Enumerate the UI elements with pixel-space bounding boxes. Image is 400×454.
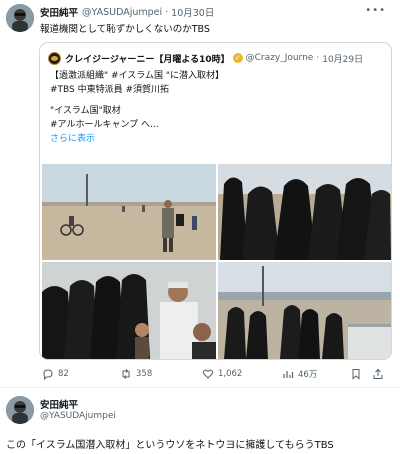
like-count: 1,062 (218, 369, 243, 379)
quoted-line: "イスラム国"取材 (50, 106, 121, 116)
desert-camp-photo[interactable] (42, 164, 216, 260)
quoted-date: 10月29日 (322, 54, 364, 65)
heart-icon (202, 369, 214, 379)
quoted-avatar (48, 51, 61, 65)
reply-author-name[interactable]: 安田純平 (40, 397, 78, 411)
quoted-line: #アルホールキャンプ へ... (50, 120, 159, 130)
quoted-tweet[interactable]: クレイジージャーニー【月曜よる10時】 ✓ @Crazy_Journe · 10… (39, 42, 392, 360)
action-bar: 82 358 1,062 46万 (40, 366, 392, 382)
women-in-black-photo[interactable] (218, 164, 391, 260)
share-button[interactable] (372, 366, 388, 382)
show-more-link[interactable]: さらに表示 (50, 132, 224, 146)
reply-author-handle[interactable]: @YASUDAjumpei (40, 411, 116, 421)
quoted-author-handle: @Crazy_Journe (245, 53, 314, 63)
more-horizontal-icon[interactable]: ••• (365, 5, 386, 16)
repost-icon (122, 369, 130, 379)
camp-fence-photo[interactable] (218, 262, 391, 359)
separator-dot: · (316, 53, 320, 63)
repost-count: 358 (136, 369, 153, 379)
separator-dot: · (165, 6, 169, 18)
reply-text: この「イスラム国潜入取材」というウソをネトウヨに擁護してもらうTBS (6, 440, 334, 451)
verified-badge-icon: ✓ (232, 53, 243, 63)
views-count: 46万 (298, 370, 318, 380)
divider (0, 387, 400, 388)
quoted-header: クレイジージャーニー【月曜よる10時】 ✓ @Crazy_Journe · 10… (48, 51, 383, 65)
reply-count: 82 (58, 369, 69, 379)
quoted-author-name: クレイジージャーニー【月曜よる10時】 (65, 54, 230, 65)
like-button[interactable]: 1,062 (202, 366, 242, 382)
quoted-line: #TBS 中東特派員 #須賀川拓 (50, 85, 170, 95)
repost-button[interactable]: 358 (120, 366, 152, 382)
crowd-photo[interactable] (42, 262, 216, 359)
tweet-text: 報道機関として恥ずかしくないのかTBS (40, 24, 210, 35)
views-button[interactable]: 46万 (282, 366, 317, 382)
share-icon (373, 368, 383, 379)
tweet-header: 安田純平 @YASUDAjumpei · 10月30日 ••• (40, 5, 392, 19)
tweet[interactable]: 安田純平 @YASUDAjumpei · 10月30日 ••• 報道機関として恥… (0, 0, 400, 385)
author-name[interactable]: 安田純平 (40, 5, 78, 19)
reply-button[interactable]: 82 (42, 366, 69, 382)
bookmark-button[interactable] (350, 366, 366, 382)
reply-author-avatar[interactable] (6, 396, 34, 424)
author-handle[interactable]: @YASUDAjumpei (82, 7, 162, 18)
post-date[interactable]: 10月30日 (171, 5, 214, 19)
author-avatar[interactable] (6, 4, 34, 32)
reply-icon (43, 369, 53, 380)
bookmark-icon (352, 369, 360, 380)
quoted-line: 【過激派組織" #イスラム国 "に潜入取材】 (50, 71, 225, 81)
views-chart-icon (283, 371, 294, 378)
quoted-text: 【過激派組織" #イスラム国 "に潜入取材】 #TBS 中東特派員 #須賀川拓 … (50, 69, 224, 146)
